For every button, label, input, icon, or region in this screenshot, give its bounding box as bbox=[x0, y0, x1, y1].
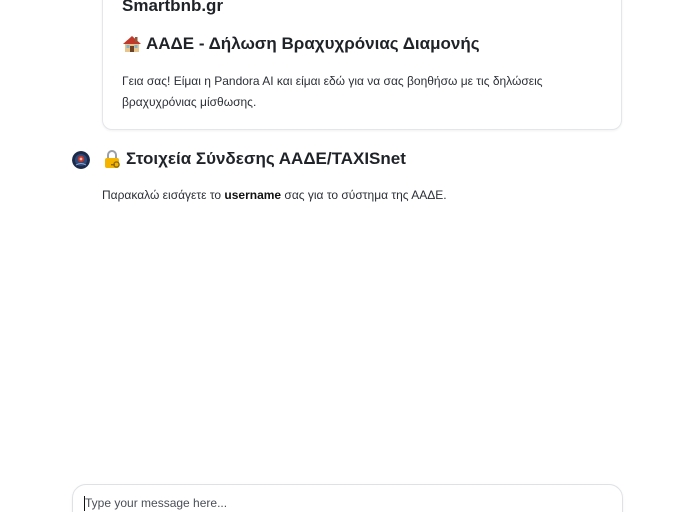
message-input[interactable] bbox=[85, 495, 605, 512]
card-heading-text: ΑΑΔΕ - Δήλωση Βραχυχρόνιας Διαμονής bbox=[146, 34, 480, 53]
message-composer[interactable] bbox=[72, 484, 623, 512]
message-heading-text: Στοιχεία Σύνδεσης ΑΑΔΕ/TAXISnet bbox=[126, 149, 406, 168]
card-heading: ΑΑΔΕ - Δήλωση Βραχυχρόνιας Διαμονής bbox=[122, 34, 480, 54]
welcome-card: Smartbnb.gr ΑΑΔΕ - Δήλωση Βραχυχρόνιας Δ… bbox=[102, 0, 622, 130]
message-text-bold: username bbox=[224, 188, 282, 202]
welcome-text: Γεια σας! Είμαι η Pandora AI και είμαι ε… bbox=[122, 74, 543, 109]
message-heading: Στοιχεία Σύνδεσης ΑΑΔΕ/TAXISnet bbox=[102, 149, 406, 169]
lock-key-icon bbox=[105, 150, 120, 168]
brand-title: Smartbnb.gr bbox=[122, 0, 224, 15]
bot-avatar-icon bbox=[72, 151, 90, 169]
house-icon bbox=[123, 36, 141, 52]
message-text-after: σας για το σύστημα της ΑΑΔΕ. bbox=[281, 188, 447, 202]
chat-page: Smartbnb.gr ΑΑΔΕ - Δήλωση Βραχυχρόνιας Δ… bbox=[0, 0, 691, 512]
message-text-before: Παρακαλώ εισάγετε το bbox=[102, 188, 225, 202]
message-text: Παρακαλώ εισάγετε το username σας για το… bbox=[102, 186, 447, 204]
